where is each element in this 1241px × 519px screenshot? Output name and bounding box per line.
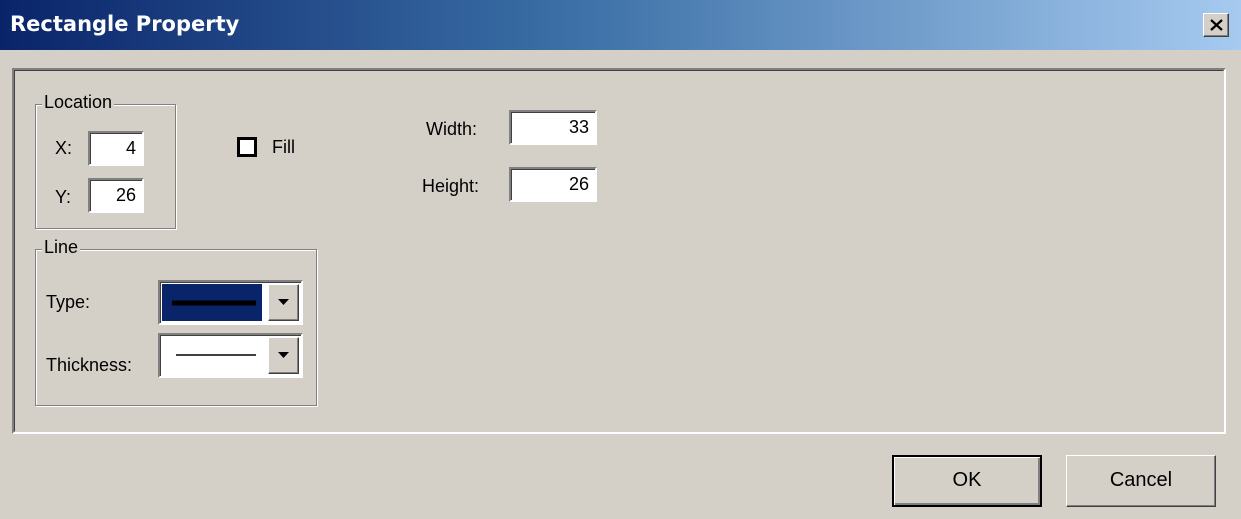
close-icon [1210,19,1223,31]
cancel-button[interactable]: Cancel [1066,455,1216,507]
thick-line-icon [172,300,256,306]
window-title: Rectangle Property [10,12,240,36]
line-legend: Line [42,237,81,258]
thickness-value [162,337,262,374]
type-label: Type: [46,292,91,312]
thickness-label: Thickness: [46,355,133,375]
x-label: X: [55,138,73,158]
fill-checkbox[interactable] [237,137,257,157]
fill-label[interactable]: Fill [272,137,295,158]
line-group: Line [35,237,317,406]
close-button[interactable] [1203,13,1229,37]
width-label: Width: [426,119,478,139]
y-label: Y: [55,187,72,207]
width-input[interactable]: 33 [509,110,597,145]
ok-button[interactable]: OK [892,455,1042,507]
thickness-select[interactable] [158,333,303,378]
line-type-dropdown-button[interactable] [268,284,299,321]
y-input[interactable]: 26 [88,178,144,213]
chevron-down-icon [278,299,289,305]
height-input[interactable]: 26 [509,167,597,202]
chevron-down-icon [278,352,289,358]
line-type-select[interactable] [158,280,303,325]
title-bar: Rectangle Property [0,0,1241,50]
x-input[interactable]: 4 [88,131,144,166]
line-type-value [162,284,262,321]
height-label: Height: [422,176,480,196]
thin-line-icon [176,354,256,356]
location-legend: Location [42,92,115,113]
thickness-dropdown-button[interactable] [268,337,299,374]
